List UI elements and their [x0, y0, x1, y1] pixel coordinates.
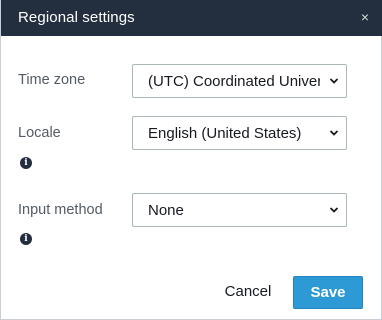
- chevron-down-icon: [329, 130, 339, 136]
- locale-value: English (United States): [148, 125, 302, 142]
- time-zone-label: Time zone: [18, 72, 86, 88]
- time-zone-value: (UTC) Coordinated Universal Time: [148, 73, 320, 90]
- input-method-value: None: [148, 202, 184, 219]
- info-icon[interactable]: i: [20, 233, 32, 245]
- info-icon[interactable]: i: [20, 157, 32, 169]
- chevron-down-icon: [329, 78, 339, 84]
- dialog-titlebar: Regional settings ×: [1, 0, 382, 36]
- chevron-down-icon: [329, 207, 339, 213]
- cancel-button[interactable]: Cancel: [215, 276, 281, 308]
- regional-settings-dialog: Regional settings × Time zone (UTC) Coor…: [0, 0, 382, 320]
- locale-select[interactable]: English (United States): [132, 116, 347, 150]
- save-button[interactable]: Save: [293, 276, 363, 309]
- input-method-label: Input method: [18, 202, 103, 218]
- input-method-select[interactable]: None: [132, 193, 347, 227]
- dialog-title: Regional settings: [18, 9, 135, 26]
- close-icon[interactable]: ×: [357, 8, 373, 26]
- time-zone-select[interactable]: (UTC) Coordinated Universal Time: [132, 64, 347, 98]
- locale-label: Locale: [18, 125, 61, 141]
